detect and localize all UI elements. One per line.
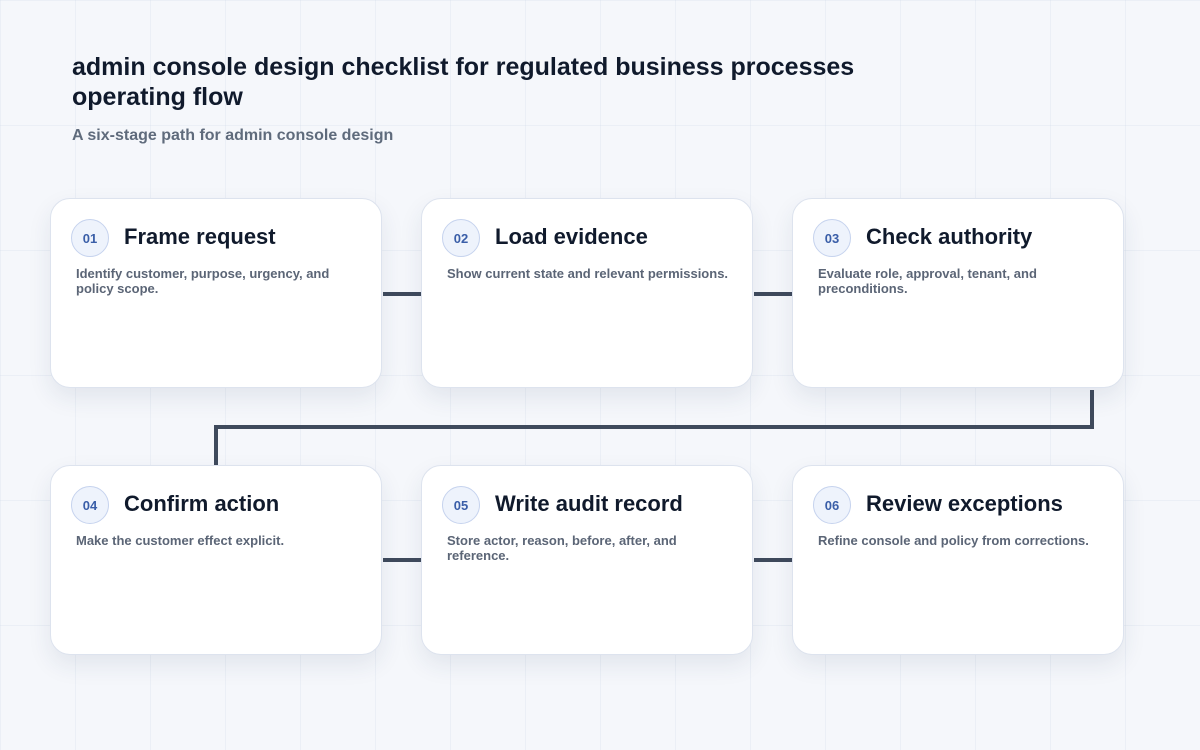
step-card-check-authority: 03 Check authority Evaluate role, approv… — [792, 198, 1124, 388]
step-number-badge: 02 — [442, 219, 480, 257]
connector-03-04 — [214, 390, 1094, 465]
step-card-write-audit-record: 05 Write audit record Store actor, reaso… — [421, 465, 753, 655]
step-title: Review exceptions — [866, 491, 1063, 516]
step-description: Evaluate role, approval, tenant, and pre… — [818, 266, 1037, 296]
step-number-badge: 03 — [813, 219, 851, 257]
step-title: Confirm action — [124, 491, 280, 516]
step-card-frame-request: 01 Frame request Identify customer, purp… — [50, 198, 382, 388]
step-title: Check authority — [866, 224, 1033, 249]
step-description: Refine console and policy from correctio… — [818, 533, 1089, 548]
step-number-badge: 01 — [71, 219, 109, 257]
step-number-badge: 05 — [442, 486, 480, 524]
step-title: Frame request — [124, 224, 276, 249]
step-description: Show current state and relevant permissi… — [447, 266, 729, 281]
step-card-confirm-action: 04 Confirm action Make the customer effe… — [50, 465, 382, 655]
step-description: Identify customer, purpose, urgency, and… — [76, 266, 330, 296]
step-title: Load evidence — [495, 224, 648, 249]
step-title: Write audit record — [495, 491, 683, 516]
step-description: Make the customer effect explicit. — [76, 533, 285, 548]
step-card-review-exceptions: 06 Review exceptions Refine console and … — [792, 465, 1124, 655]
step-description: Store actor, reason, before, after, and … — [447, 533, 677, 563]
step-card-load-evidence: 02 Load evidence Show current state and … — [421, 198, 753, 388]
step-number-badge: 04 — [71, 486, 109, 524]
step-number-badge: 06 — [813, 486, 851, 524]
